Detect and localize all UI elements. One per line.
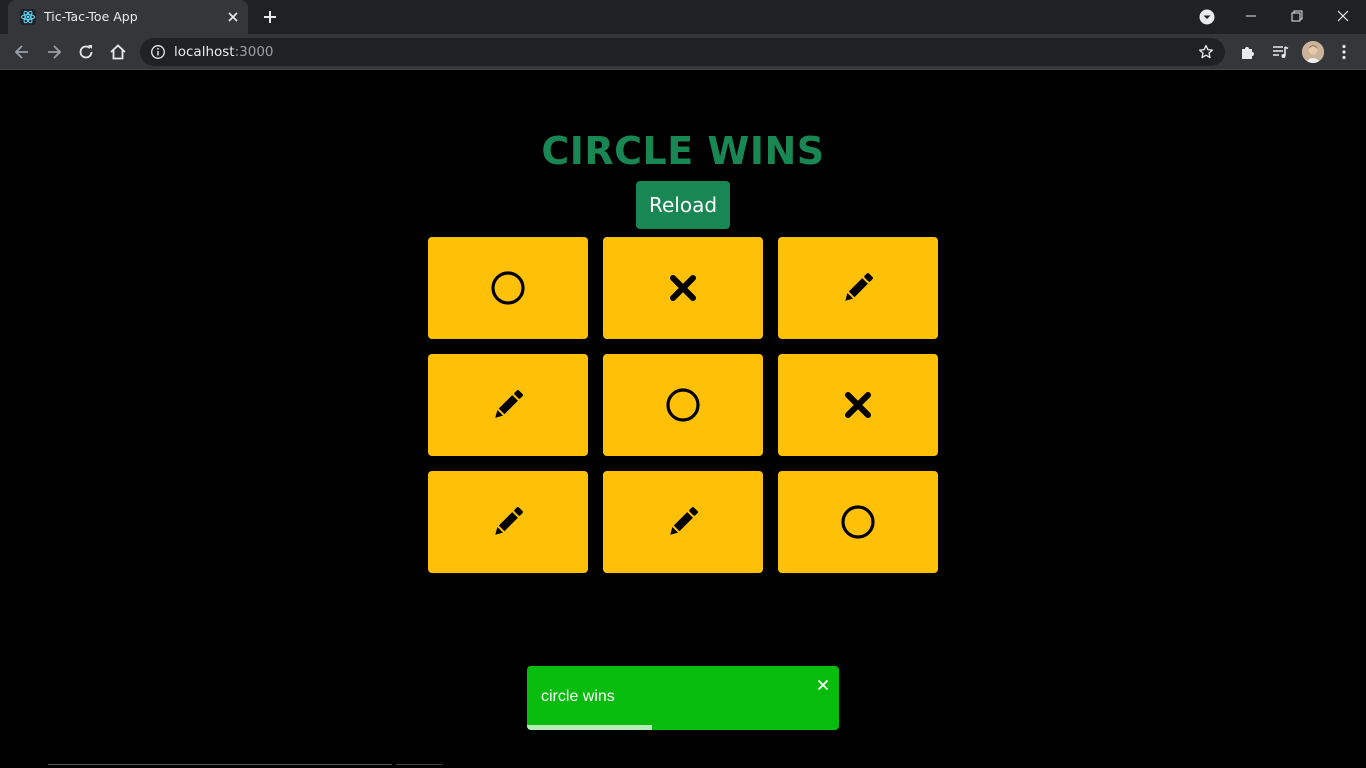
browser-tab[interactable]: Tic-Tac-Toe App — [8, 0, 248, 34]
board-cell-1-2[interactable] — [778, 354, 938, 456]
url-host: localhost — [174, 44, 235, 60]
circle-icon — [666, 388, 700, 422]
close-tab-icon[interactable] — [224, 8, 242, 26]
pen-icon — [495, 507, 523, 535]
forward-icon[interactable] — [44, 42, 64, 62]
board-cell-0-2[interactable] — [778, 237, 938, 339]
home-icon[interactable] — [108, 42, 128, 62]
new-tab-icon[interactable] — [260, 7, 280, 27]
toast-progress-bar — [527, 725, 652, 730]
media-controls-icon[interactable] — [1270, 42, 1290, 62]
back-icon[interactable] — [12, 42, 32, 62]
board-cell-2-0[interactable] — [428, 471, 588, 573]
url-port: :3000 — [234, 44, 274, 60]
cross-icon — [845, 392, 871, 418]
pen-icon — [495, 390, 523, 418]
profile-avatar-icon — [1302, 41, 1324, 63]
site-info-icon[interactable] — [150, 44, 166, 60]
toast-message: circle wins — [541, 688, 615, 705]
react-logo-icon — [20, 9, 36, 25]
url-text: localhost:3000 — [174, 44, 274, 60]
board-cell-0-1[interactable] — [603, 237, 763, 339]
tab-title: Tic-Tac-Toe App — [44, 9, 138, 24]
address-bar[interactable]: localhost:3000 — [140, 38, 1225, 66]
browser-toolbar: localhost:3000 — [0, 34, 1366, 70]
circle-icon — [491, 271, 525, 305]
extensions-icon[interactable] — [1238, 42, 1258, 62]
browser-menu-icon[interactable] — [1334, 42, 1354, 62]
tab-search-icon[interactable] — [1198, 8, 1216, 26]
board-cell-2-2[interactable] — [778, 471, 938, 573]
browser-tabstrip: Tic-Tac-Toe App — [0, 0, 1366, 34]
profile-avatar[interactable] — [1302, 41, 1324, 63]
bookmark-star-icon[interactable] — [1197, 43, 1215, 61]
close-window-icon[interactable] — [1333, 6, 1353, 26]
toast-notification[interactable]: circle wins — [527, 666, 839, 730]
cross-icon — [670, 275, 696, 301]
board-cell-2-1[interactable] — [603, 471, 763, 573]
page-content: CIRCLE WINS Reload circle wins — [0, 71, 1366, 768]
board-cell-1-0[interactable] — [428, 354, 588, 456]
reload-button[interactable]: Reload — [636, 181, 730, 229]
reload-page-icon[interactable] — [76, 42, 96, 62]
restore-icon[interactable] — [1287, 6, 1307, 26]
page-bottom-strip — [48, 764, 442, 768]
board-cell-1-1[interactable] — [603, 354, 763, 456]
game-status-title: CIRCLE WINS — [541, 129, 825, 173]
pen-icon — [670, 507, 698, 535]
board-cell-0-0[interactable] — [428, 237, 588, 339]
circle-icon — [841, 505, 875, 539]
minimize-icon[interactable] — [1241, 6, 1261, 26]
toast-close-icon[interactable] — [817, 679, 829, 691]
pen-icon — [845, 273, 873, 301]
